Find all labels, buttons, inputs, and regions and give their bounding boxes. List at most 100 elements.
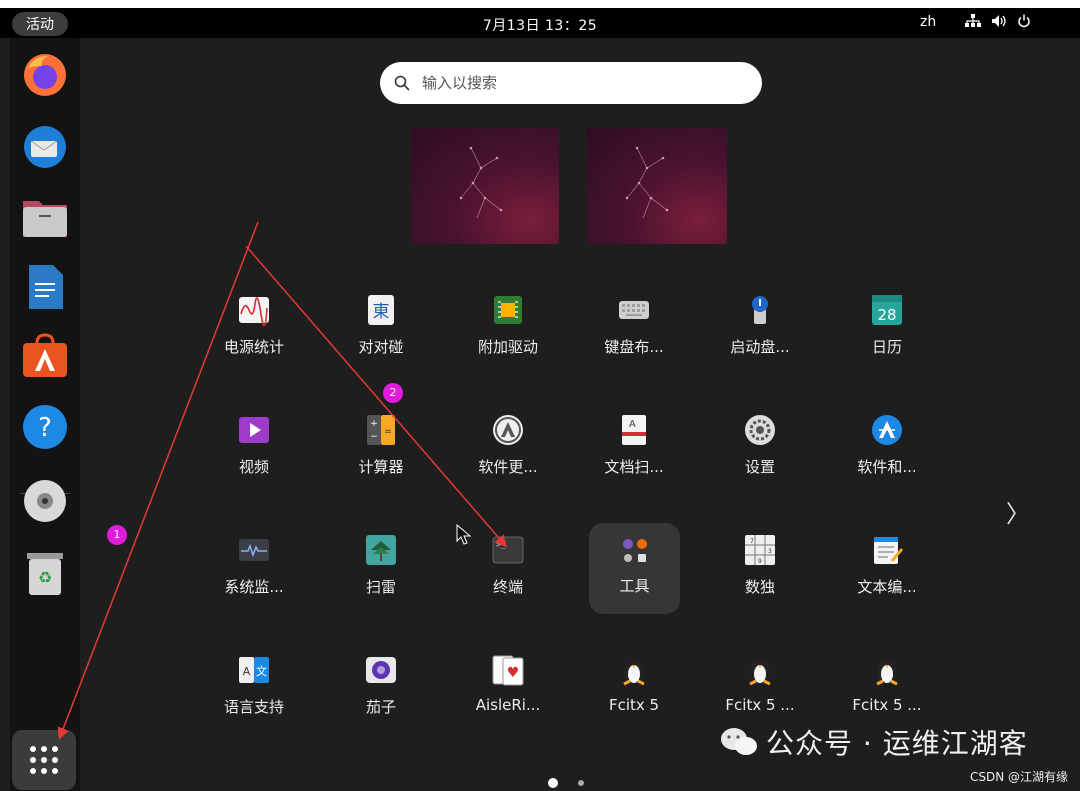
app-software-updater[interactable]: 软件更... <box>448 396 568 506</box>
svg-text:A: A <box>629 419 636 430</box>
page-dot-active[interactable] <box>548 778 558 788</box>
app-label: 软件更... <box>478 458 538 476</box>
app-aisleriot[interactable]: ♥ AisleRi... <box>448 636 568 746</box>
trash-icon[interactable]: ♻ <box>18 546 72 600</box>
system-tray[interactable] <box>965 14 1031 28</box>
app-label: 启动盘... <box>730 338 790 356</box>
software-sources-icon <box>872 415 902 445</box>
videos-icon <box>239 417 269 443</box>
svg-text:文: 文 <box>256 664 267 678</box>
app-label: 设置 <box>744 458 775 476</box>
svg-text:28: 28 <box>877 306 896 324</box>
svg-text:7: 7 <box>750 538 754 545</box>
app-system-monitor[interactable]: 系统监... <box>194 516 314 626</box>
app-label: 附加驱动 <box>477 338 538 356</box>
mouse-cursor-icon <box>456 524 472 545</box>
utilities-folder-icon <box>622 539 647 562</box>
clock[interactable]: 7月13日 13：25 <box>0 15 1080 35</box>
app-mahjongg[interactable]: 東 对对碰 <box>321 276 441 386</box>
svg-text:−: − <box>370 432 378 442</box>
next-page-chevron-icon[interactable]: 〉 <box>1006 494 1030 529</box>
mines-icon <box>366 535 396 565</box>
system-monitor-icon <box>239 539 269 561</box>
keyboard-layout-icon <box>619 301 649 319</box>
app-sudoku[interactable]: 7 39 数独 <box>700 516 820 626</box>
aisleriot-icon: ♥ <box>492 655 524 686</box>
app-calendar[interactable]: 28 日历 <box>827 276 947 386</box>
app-startup-disk[interactable]: 启动盘... <box>700 276 820 386</box>
app-document-scanner[interactable]: A 文档扫... <box>574 396 694 506</box>
svg-text:3: 3 <box>768 548 772 555</box>
app-label: Fcitx 5 ... <box>852 696 922 714</box>
svg-text:>_: >_ <box>496 540 506 549</box>
app-label: 茄子 <box>365 698 396 716</box>
settings-icon <box>745 415 775 445</box>
workspace-thumbnail-2[interactable] <box>587 128 727 244</box>
app-label: 日历 <box>871 338 902 356</box>
app-label: 文档扫... <box>604 458 664 476</box>
page-indicator[interactable] <box>548 778 584 788</box>
software-updater-icon <box>493 415 523 445</box>
app-folder-utilities[interactable]: 工具 <box>589 523 680 614</box>
app-keyboard-layout[interactable]: 键盘布... <box>574 276 694 386</box>
workspace-thumbnail-1[interactable] <box>411 128 559 244</box>
files-icon[interactable] <box>18 190 72 244</box>
power-statistics-icon <box>239 297 269 326</box>
fcitx-icon <box>876 660 898 686</box>
wechat-icon <box>721 728 757 755</box>
calculator-icon: + − = <box>367 415 395 445</box>
search-bar[interactable] <box>380 62 762 104</box>
svg-text:+: + <box>370 419 378 429</box>
app-cheese[interactable]: 茄子 <box>321 636 441 746</box>
app-settings[interactable]: 设置 <box>700 396 820 506</box>
svg-text:=: = <box>384 427 392 437</box>
svg-text:♥: ♥ <box>507 665 520 681</box>
svg-text:♻: ♻ <box>38 568 52 587</box>
firefox-icon[interactable] <box>18 48 72 102</box>
sudoku-icon: 7 39 <box>745 535 775 565</box>
startup-disk-icon <box>752 296 768 324</box>
svg-text:9: 9 <box>758 558 762 565</box>
app-label: 软件和... <box>857 458 917 476</box>
app-label: 计算器 <box>358 458 404 476</box>
page-dot[interactable] <box>578 780 584 786</box>
app-videos[interactable]: 视频 <box>194 396 314 506</box>
app-label: AisleRi... <box>475 696 541 714</box>
cheese-icon <box>366 657 396 683</box>
disc-icon[interactable] <box>18 474 72 528</box>
watermark-text: 公众号 · 运维江湖客 <box>766 727 1028 760</box>
app-label: 语言支持 <box>223 698 284 716</box>
app-software-sources[interactable]: 软件和... <box>827 396 947 506</box>
app-label: 对对碰 <box>358 338 404 356</box>
wallpaper-constellation <box>625 146 669 219</box>
search-input[interactable] <box>420 73 724 93</box>
app-fcitx5[interactable]: Fcitx 5 <box>574 636 694 746</box>
app-power-statistics[interactable]: 电源统计 <box>194 276 314 386</box>
svg-text:?: ? <box>38 413 52 443</box>
dock: ? ♻ <box>10 38 80 791</box>
top-bar: 活动 7月13日 13：25 zh <box>0 8 1080 38</box>
app-calculator[interactable]: + − = 计算器 <box>321 396 441 506</box>
app-label: 文本编... <box>857 578 917 596</box>
show-applications-button[interactable] <box>12 730 76 790</box>
document-scanner-icon: A <box>622 415 646 445</box>
app-mines[interactable]: 扫雷 <box>321 516 441 626</box>
annotation-badge-2: 2 <box>383 383 403 403</box>
network-icon <box>965 14 981 28</box>
app-additional-drivers[interactable]: 附加驱动 <box>448 276 568 386</box>
help-icon[interactable]: ? <box>18 400 72 454</box>
input-language-indicator[interactable]: zh <box>920 14 936 30</box>
text-editor-icon <box>874 537 903 564</box>
app-text-editor[interactable]: 文本编... <box>827 516 947 626</box>
app-label: 电源统计 <box>223 338 284 356</box>
annotation-badge-1: 1 <box>107 525 127 545</box>
fcitx-icon <box>749 660 771 686</box>
libreoffice-writer-icon[interactable] <box>18 260 72 314</box>
app-language-support[interactable]: A文 语言支持 <box>194 636 314 746</box>
mahjongg-icon: 東 <box>368 295 394 325</box>
thunderbird-icon[interactable] <box>18 120 72 174</box>
watermark-source: CSDN @江湖有缘 <box>969 770 1068 784</box>
language-support-icon: A文 <box>239 657 269 683</box>
app-center-icon[interactable] <box>18 328 72 382</box>
app-label: Fcitx 5 ... <box>725 696 795 714</box>
